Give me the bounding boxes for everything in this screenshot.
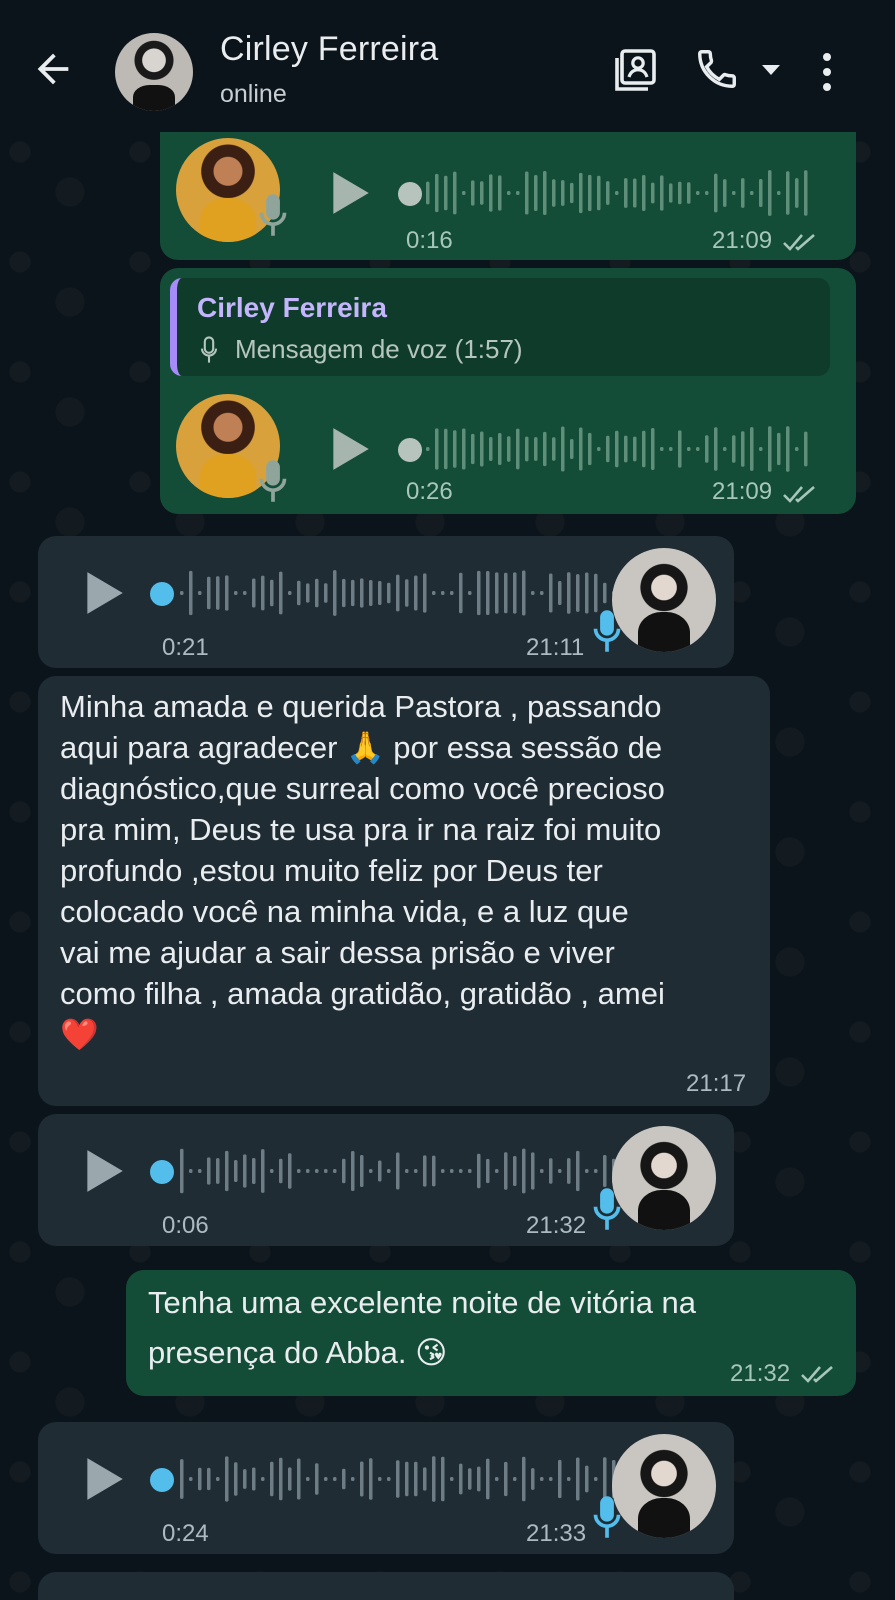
message-time: 21:17 [686, 1070, 747, 1097]
message-text: Minha amada e querida Pastora , passando… [60, 689, 665, 1052]
arrow-back-icon[interactable] [30, 46, 76, 92]
message-time: 21:32 [730, 1360, 791, 1387]
read-receipt-icon [783, 486, 815, 503]
message-text: Tenha uma excelente noite de vitória na … [148, 1285, 697, 1370]
playback-progress-dot[interactable] [150, 1160, 174, 1184]
waveform[interactable] [422, 168, 812, 218]
voice-message-reply[interactable]: Cirley Ferreira Mensagem de voz (1:57) 0… [160, 268, 856, 514]
chat-header: Cirley Ferreira online [0, 0, 895, 132]
chat-area[interactable]: 0:16 21:09 Cirley Ferreira Mensagem de v… [0, 132, 895, 1600]
playback-progress-dot[interactable] [398, 182, 422, 206]
message-time: 21:09 [712, 478, 773, 505]
voice-duration: 0:06 [162, 1212, 209, 1239]
reply-quote[interactable]: Cirley Ferreira Mensagem de voz (1:57) [170, 278, 830, 376]
read-receipt-icon [801, 1366, 833, 1383]
message-time: 21:33 [526, 1520, 587, 1547]
voice-duration: 0:16 [406, 227, 453, 254]
sender-avatar [612, 548, 716, 652]
waveform[interactable] [422, 424, 812, 474]
voice-message[interactable]: 0:06 21:32 [38, 1114, 734, 1246]
message-time: 21:09 [712, 227, 773, 254]
contact-name[interactable]: Cirley Ferreira [220, 30, 438, 69]
sender-avatar [612, 1434, 716, 1538]
mic-icon [259, 460, 287, 502]
sender-avatar [612, 1126, 716, 1230]
more-vert-icon[interactable] [818, 50, 836, 94]
voice-message[interactable]: 0:24 21:33 [38, 1422, 734, 1554]
phone-icon[interactable] [694, 46, 740, 92]
voice-message[interactable]: 0:21 21:11 [38, 536, 734, 668]
read-receipt-icon [783, 234, 815, 251]
chevron-down-icon[interactable] [760, 62, 782, 78]
quote-text: Mensagem de voz (1:57) [235, 334, 523, 364]
mic-icon [593, 610, 621, 652]
contact-status: online [220, 80, 287, 108]
message-partial[interactable] [38, 1572, 734, 1600]
mic-icon [593, 1496, 621, 1538]
contact-card-icon[interactable] [612, 46, 660, 94]
play-icon[interactable] [82, 1454, 126, 1504]
playback-progress-dot[interactable] [150, 1468, 174, 1492]
quote-author: Cirley Ferreira [197, 292, 387, 323]
playback-progress-dot[interactable] [398, 438, 422, 462]
waveform[interactable] [176, 568, 626, 618]
waveform[interactable] [176, 1454, 626, 1504]
voice-message[interactable]: 0:16 21:09 [160, 132, 856, 260]
voice-duration: 0:21 [162, 634, 209, 661]
mic-icon [259, 194, 287, 236]
message-time: 21:11 [526, 634, 585, 661]
text-message[interactable]: Minha amada e querida Pastora , passando… [38, 676, 770, 1106]
mic-icon [593, 1188, 621, 1230]
message-time: 21:32 [526, 1212, 587, 1239]
contact-avatar[interactable] [115, 33, 193, 111]
voice-duration: 0:26 [406, 478, 453, 505]
play-icon[interactable] [328, 168, 372, 218]
playback-progress-dot[interactable] [150, 582, 174, 606]
play-icon[interactable] [328, 424, 372, 474]
play-icon[interactable] [82, 1146, 126, 1196]
voice-duration: 0:24 [162, 1520, 209, 1547]
play-icon[interactable] [82, 568, 126, 618]
waveform[interactable] [176, 1146, 626, 1196]
text-message[interactable]: Tenha uma excelente noite de vitória na … [126, 1270, 856, 1396]
mic-icon [200, 336, 218, 363]
